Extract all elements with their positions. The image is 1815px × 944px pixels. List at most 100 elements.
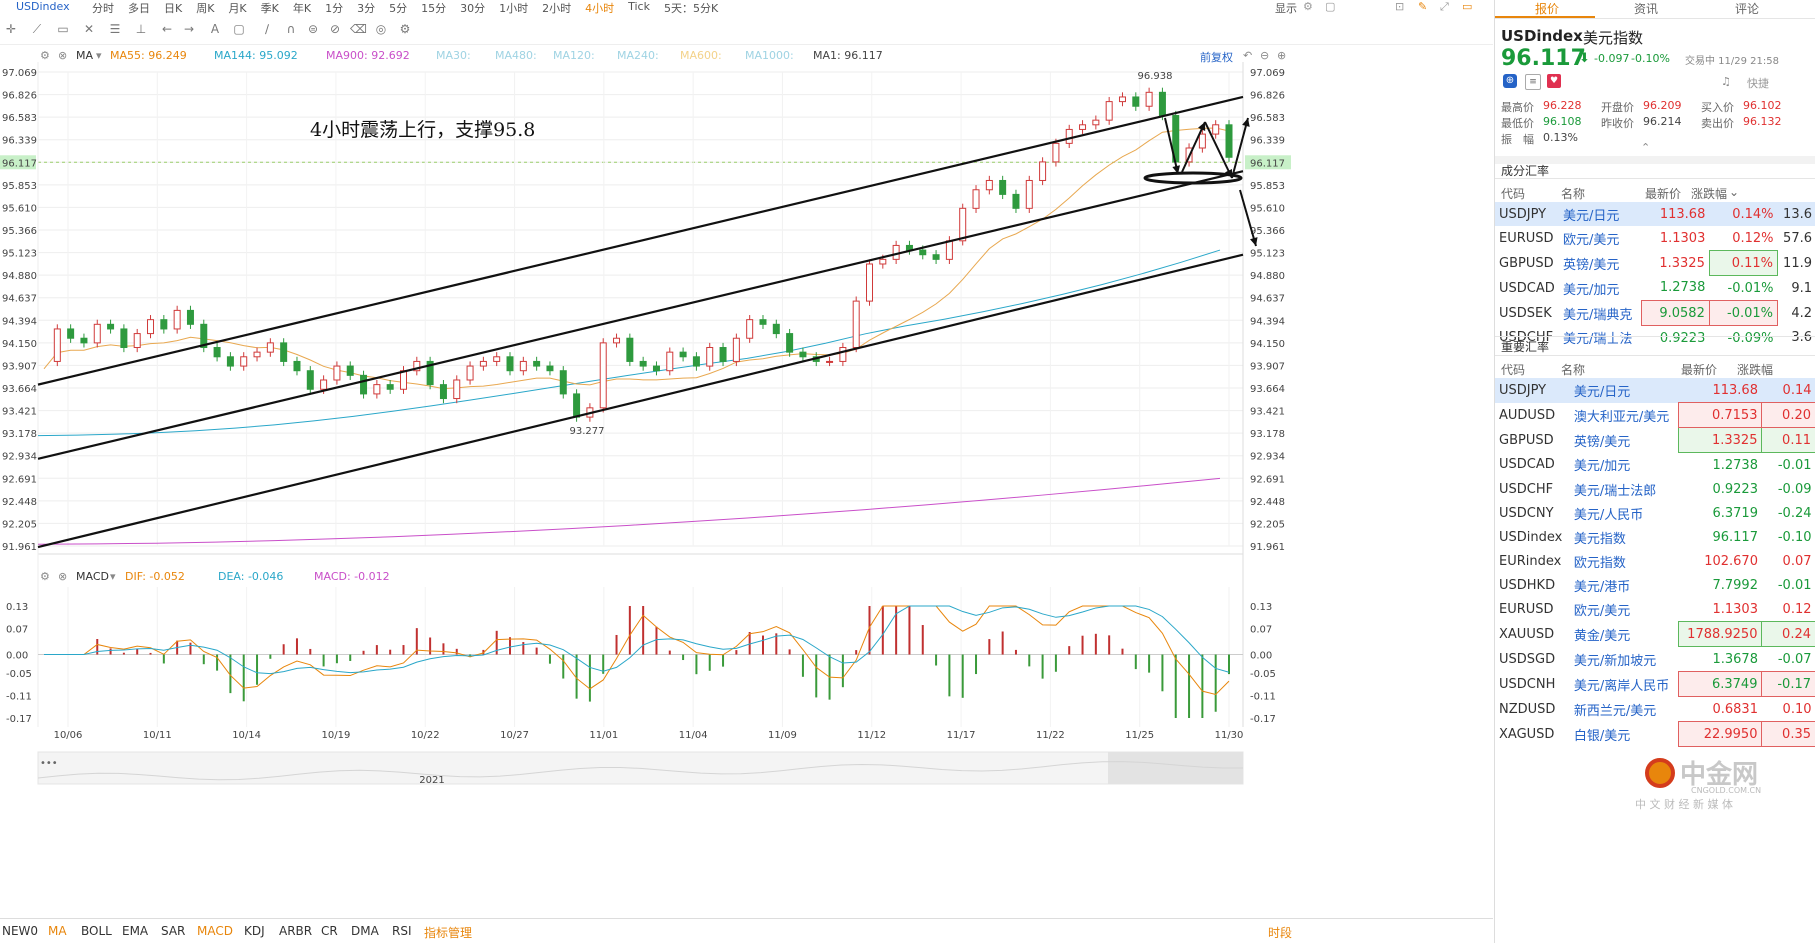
sort-down-icon[interactable]: ⌄ (1729, 185, 1739, 199)
trash-icon[interactable]: ⌫ (350, 22, 367, 36)
close-icon[interactable]: ⊗ (58, 570, 67, 583)
macd-indicator-label[interactable]: MACD (76, 570, 109, 583)
col-pct[interactable]: 涨跌幅 (1691, 185, 1727, 202)
period-tab[interactable]: 季K (255, 0, 287, 16)
period-tab[interactable]: 周K (190, 0, 222, 16)
table-row[interactable]: USDSEK 美元/瑞典克 9.0582 -0.01% 4.2 (1495, 300, 1815, 326)
brush-tool-icon[interactable]: ∕ (260, 22, 274, 36)
ma-item[interactable]: MA600: (680, 49, 722, 62)
eye-icon[interactable]: ◎ (374, 22, 388, 36)
table-row[interactable]: EURUSD 欧元/美元 1.1303 0.12% 57.6 (1495, 226, 1815, 251)
globe-icon[interactable]: ⊕ (1503, 74, 1517, 88)
indicator-boll[interactable]: BOLL (81, 924, 112, 938)
table-row[interactable]: GBPUSD 英镑/美元 1.3325 0.11% 11.9 (1495, 250, 1815, 276)
price-chart[interactable]: 97.069 97.069 96.826 96.826 96.583 96.583 96.3… (0, 62, 1292, 917)
layout-icon[interactable]: ▢ (1325, 0, 1335, 13)
ma-item[interactable]: MA30: (436, 49, 471, 62)
fullscreen-icon[interactable]: ⤢ (1440, 0, 1449, 14)
table-row[interactable]: XAGUSD 白银/美元 22.9950 0.35 (1495, 721, 1815, 747)
indicator-kdj[interactable]: KDJ (244, 924, 265, 938)
zoom-out-icon[interactable]: ⊖ (1260, 49, 1269, 62)
indicator-arbr[interactable]: ARBR (279, 924, 312, 938)
indicator-ma[interactable]: MA (48, 924, 67, 938)
indicator-指标管理[interactable]: 指标管理 (424, 924, 472, 941)
lock-icon[interactable]: ⊜ (306, 22, 320, 36)
period-tab[interactable]: 1小时 (493, 0, 536, 16)
table-row[interactable]: USDSGD 美元/新加坡元 1.3678 -0.07 (1495, 647, 1815, 672)
zoom-in-icon[interactable]: ⊕ (1277, 49, 1286, 62)
indicator-sar[interactable]: SAR (161, 924, 185, 938)
table-row[interactable]: AUDUSD 澳大利亚元/美元 0.7153 0.20 (1495, 402, 1815, 428)
period-tab[interactable]: Tick (622, 0, 658, 16)
ma-indicator-label[interactable]: MA (76, 49, 93, 62)
arrow-right-tool-icon[interactable]: → (182, 22, 196, 36)
tab-comments[interactable]: 评论 (1735, 0, 1759, 17)
ma-item[interactable]: MA1000: (745, 49, 794, 62)
chevron-down-icon[interactable]: ▾ (110, 570, 116, 583)
camera-icon[interactable]: ⊡ (1395, 0, 1404, 13)
period-tab[interactable]: 5分 (383, 0, 415, 16)
table-row[interactable]: USDCAD 美元/加元 1.2738 -0.01% 9.1 (1495, 276, 1815, 301)
arrow-tool-icon[interactable]: ← (160, 22, 174, 36)
display-menu[interactable]: 显示 (1275, 0, 1297, 16)
ma-item[interactable]: MA480: (495, 49, 537, 62)
table-row[interactable]: USDCNH 美元/离岸人民币 6.3749 -0.17 (1495, 671, 1815, 697)
period-tab[interactable]: 30分 (454, 0, 493, 16)
table-row[interactable]: EURindex 欧元指数 102.670 0.07 (1495, 549, 1815, 573)
chevron-down-icon[interactable]: ▾ (96, 49, 102, 62)
ma-item[interactable]: MA1: 96.117 (813, 49, 883, 62)
symbol-label[interactable]: USDindex (16, 0, 70, 13)
chevron-up-icon[interactable]: ⌃ (1641, 141, 1650, 154)
measure-tool-icon[interactable]: ⊥ (134, 22, 148, 36)
ma-item[interactable]: MA120: (553, 49, 595, 62)
hide-icon[interactable]: ⊘ (328, 22, 342, 36)
period-tab[interactable]: 分时 (86, 0, 122, 16)
line-tool-icon[interactable]: ⟋ (30, 22, 44, 36)
table-row[interactable]: USDJPY 美元/日元 113.68 0.14 (1495, 378, 1815, 403)
period-tab[interactable]: 年K (287, 0, 319, 16)
table-row[interactable]: USDCNY 美元/人民币 6.3719 -0.24 (1495, 501, 1815, 525)
period-tab[interactable]: 4小时 (579, 0, 622, 16)
ma-item[interactable]: MA144: 95.092 (214, 49, 298, 62)
tab-news[interactable]: 资讯 (1634, 0, 1658, 17)
indicator-ema[interactable]: EMA (122, 924, 148, 938)
settings-icon[interactable]: ⚙ (40, 570, 50, 583)
ma-item[interactable]: MA55: 96.249 (110, 49, 187, 62)
table-row[interactable]: USDJPY 美元/日元 113.68 0.14% 13.6 (1495, 202, 1815, 226)
period-tab[interactable]: 15分 (415, 0, 454, 16)
table-row[interactable]: XAUUSD 黄金/美元 1788.9250 0.24 (1495, 621, 1815, 647)
period-tab[interactable]: 5天：5分K (658, 0, 726, 16)
rectangle-tool-icon[interactable]: ▭ (56, 22, 70, 36)
indicator-rsi[interactable]: RSI (392, 924, 412, 938)
table-row[interactable]: USDCAD 美元/加元 1.2738 -0.01 (1495, 453, 1815, 478)
settings-small-icon[interactable]: ⚙ (398, 22, 412, 36)
timezone-button[interactable]: 时段 (1268, 924, 1292, 941)
indicator-new0[interactable]: NEW0 (2, 924, 38, 938)
pen-icon[interactable]: ✎ (1418, 0, 1427, 13)
table-row[interactable]: GBPUSD 英镑/美元 1.3325 0.11 (1495, 427, 1815, 453)
table-row[interactable]: NZDUSD 新西兰元/美元 0.6831 0.10 (1495, 697, 1815, 722)
close-icon[interactable]: ⊗ (58, 49, 67, 62)
ma-item[interactable]: MA240: (617, 49, 659, 62)
text-tool-icon[interactable]: A (208, 22, 222, 36)
period-tab[interactable]: 多日 (122, 0, 158, 16)
table-row[interactable]: EURUSD 欧元/美元 1.1303 0.12 (1495, 597, 1815, 622)
table-row[interactable]: USDCHF 美元/瑞士法郎 0.9223 -0.09 (1495, 477, 1815, 501)
period-tab[interactable]: 日K (158, 0, 190, 16)
fib-tool-icon[interactable]: ✕ (82, 22, 96, 36)
table-row[interactable]: USDHKD 美元/港币 7.7992 -0.01 (1495, 573, 1815, 597)
comment-tool-icon[interactable]: ▢ (232, 22, 246, 36)
period-tab[interactable]: 月K (222, 0, 254, 16)
quick-trade-button[interactable]: 快捷 (1747, 75, 1769, 91)
note-icon[interactable]: ≡ (1525, 74, 1541, 90)
crosshair-icon[interactable]: ✛ (4, 22, 18, 36)
ma-item[interactable]: MA900: 92.692 (326, 49, 410, 62)
period-tab[interactable]: 1分 (319, 0, 351, 16)
period-tab[interactable]: 2小时 (536, 0, 579, 16)
settings-icon[interactable]: ⚙ (40, 49, 50, 62)
undo-icon[interactable]: ↶ (1243, 49, 1252, 62)
col-pct[interactable]: 涨跌幅 (1737, 361, 1773, 378)
indicator-dma[interactable]: DMA (351, 924, 379, 938)
indicator-cr[interactable]: CR (321, 924, 338, 938)
period-tab[interactable]: 3分 (351, 0, 383, 16)
